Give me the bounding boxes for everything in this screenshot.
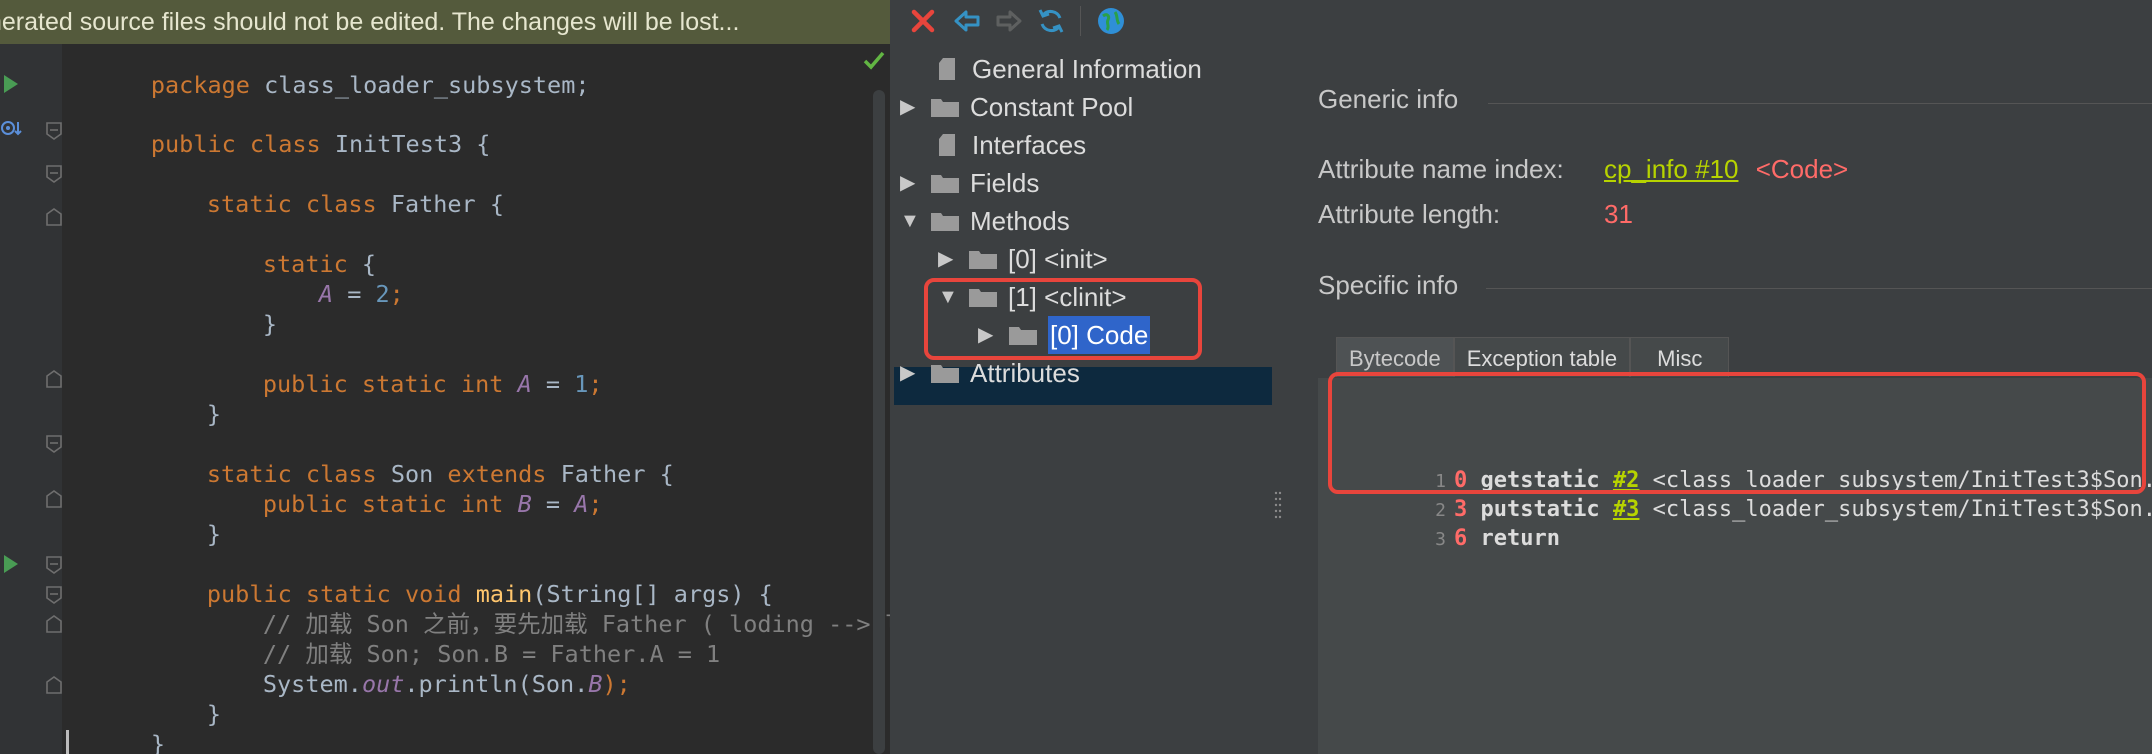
expand-arrow-icon[interactable]: ▶ bbox=[938, 240, 958, 278]
fold-end-icon[interactable] bbox=[46, 615, 62, 633]
attribute-name-value: <Code> bbox=[1755, 154, 1849, 184]
code-line: public static int B = A; bbox=[262, 490, 603, 518]
folder-icon bbox=[931, 365, 959, 383]
folder-icon bbox=[931, 99, 959, 117]
specific-info-tabs: Bytecode Exception table Misc bbox=[1336, 337, 1730, 377]
fold-end-icon[interactable] bbox=[46, 676, 62, 694]
inspection-ok-icon[interactable] bbox=[862, 48, 886, 72]
bytecode-viewer: General Information ▶ Constant Pool Inte… bbox=[894, 0, 2152, 754]
attribute-details-panel: Generic info Attribute name index: cp_in… bbox=[1318, 42, 2152, 754]
code-line: static { bbox=[262, 250, 377, 278]
code-line: } bbox=[206, 700, 222, 728]
code-line: public class InitTest3 { bbox=[150, 130, 491, 158]
code-line: } bbox=[206, 520, 222, 548]
tree-item-fields[interactable]: ▶ Fields bbox=[900, 164, 1039, 202]
close-icon[interactable] bbox=[906, 4, 940, 38]
tree-item-interfaces[interactable]: Interfaces bbox=[938, 126, 1086, 164]
cp-info-link[interactable]: cp_info #10 bbox=[1604, 154, 1738, 184]
code-line: } bbox=[262, 310, 278, 338]
fold-end-icon[interactable] bbox=[46, 370, 62, 388]
tree-item-general-information[interactable]: General Information bbox=[938, 50, 1202, 88]
fold-icon[interactable] bbox=[46, 586, 62, 604]
divider bbox=[1488, 103, 2152, 104]
code-line: A = 2; bbox=[318, 280, 404, 308]
attribute-length-label: Attribute length: bbox=[1318, 199, 1501, 229]
run-class-icon[interactable] bbox=[4, 75, 18, 93]
fold-icon[interactable] bbox=[46, 122, 62, 140]
expand-arrow-icon[interactable]: ▶ bbox=[900, 354, 920, 392]
file-icon bbox=[939, 58, 955, 80]
specific-info-title: Specific info bbox=[1318, 270, 1459, 300]
tree-item-methods[interactable]: ▼ Methods bbox=[900, 202, 1070, 240]
collapse-arrow-icon[interactable]: ▼ bbox=[900, 202, 920, 240]
code-line: static class Father { bbox=[206, 190, 505, 218]
folder-icon bbox=[931, 175, 959, 193]
back-icon[interactable] bbox=[950, 4, 984, 38]
forward-icon[interactable] bbox=[992, 4, 1026, 38]
code-line: package class_loader_subsystem; bbox=[150, 71, 590, 99]
attribute-name-index-label: Attribute name index: bbox=[1318, 154, 1564, 184]
code-line: } bbox=[206, 400, 222, 428]
viewer-toolbar bbox=[894, 0, 2152, 42]
code-comment: // 加载 Son; Son.B = Father.A = 1 bbox=[262, 640, 721, 668]
class-structure-tree[interactable]: General Information ▶ Constant Pool Inte… bbox=[894, 50, 1272, 754]
fold-icon[interactable] bbox=[46, 165, 62, 183]
text-caret bbox=[66, 730, 69, 754]
implemented-method-icon[interactable] bbox=[0, 118, 24, 140]
tree-item-method-init[interactable]: ▶ [0] <init> bbox=[938, 240, 1108, 278]
folder-icon bbox=[931, 213, 959, 231]
toolbar-separator bbox=[1080, 6, 1081, 36]
code-comment: // 加载 Son 之前，要先加载 Father ( loding --> li… bbox=[262, 610, 894, 638]
file-icon bbox=[939, 134, 955, 156]
refresh-icon[interactable] bbox=[1034, 4, 1068, 38]
bytecode-highlight-box bbox=[1328, 372, 2146, 494]
code-editor[interactable]: nerated source files should not be edite… bbox=[0, 0, 894, 754]
code-line: public static void main(String[] args) { bbox=[206, 580, 773, 608]
splitter-handle[interactable] bbox=[1274, 490, 1282, 520]
generic-info-title: Generic info bbox=[1318, 84, 1459, 114]
folder-icon bbox=[969, 251, 997, 269]
tree-item-constant-pool[interactable]: ▶ Constant Pool bbox=[900, 88, 1133, 126]
attribute-name-index-value: cp_info #10 <Code> bbox=[1604, 154, 1848, 185]
fold-end-icon[interactable] bbox=[46, 490, 62, 508]
expand-arrow-icon[interactable]: ▶ bbox=[900, 88, 920, 126]
fold-icon[interactable] bbox=[46, 556, 62, 574]
divider bbox=[1486, 288, 2152, 289]
code-line: } bbox=[150, 730, 166, 754]
banner-text: nerated source files should not be edite… bbox=[0, 8, 740, 36]
attribute-length-value: 31 bbox=[1604, 199, 1633, 229]
editor-scrollbar[interactable] bbox=[873, 90, 885, 754]
fold-icon[interactable] bbox=[46, 435, 62, 453]
web-icon[interactable] bbox=[1094, 4, 1128, 38]
expand-arrow-icon[interactable]: ▶ bbox=[900, 164, 920, 202]
bytecode-line: 36 return bbox=[1435, 526, 1560, 551]
tab-exception-table[interactable]: Exception table bbox=[1453, 337, 1631, 377]
fold-end-icon[interactable] bbox=[46, 208, 62, 226]
tab-bytecode[interactable]: Bytecode bbox=[1336, 337, 1454, 377]
clinit-highlight-box bbox=[924, 278, 1202, 360]
code-line: static class Son extends Father { bbox=[206, 460, 674, 488]
tab-misc[interactable]: Misc bbox=[1630, 337, 1730, 377]
generated-source-warning-banner: nerated source files should not be edite… bbox=[0, 0, 894, 44]
run-main-icon[interactable] bbox=[4, 555, 18, 573]
editor-gutter[interactable] bbox=[0, 44, 62, 754]
code-line: public static int A = 1; bbox=[262, 370, 603, 398]
constant-ref-link[interactable]: #3 bbox=[1613, 497, 1640, 522]
code-line: System.out.println(Son.B); bbox=[262, 670, 631, 698]
